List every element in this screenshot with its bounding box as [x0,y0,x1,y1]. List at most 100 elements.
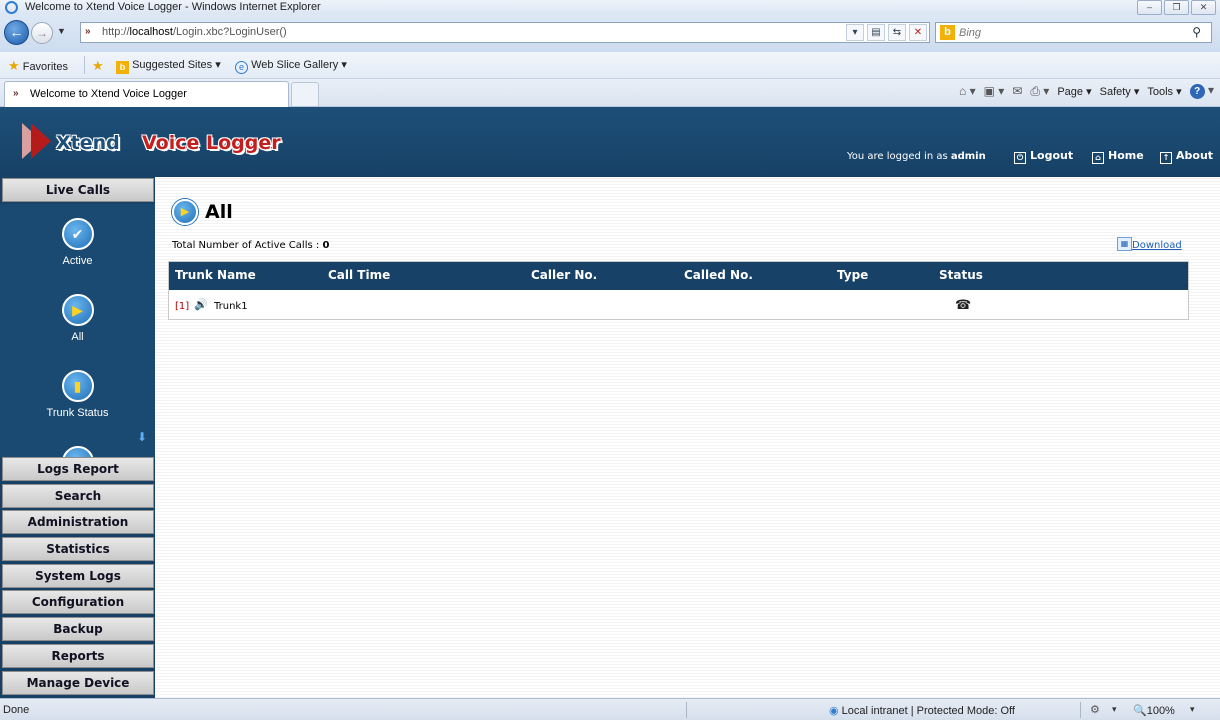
new-tab-button[interactable] [291,82,319,106]
ie-logo-icon [5,1,18,14]
back-button[interactable]: ← [4,20,29,45]
about-link[interactable]: ↑ About [1160,149,1213,164]
trunk-status-icon: ▮ [61,370,94,402]
column-type[interactable]: Type [837,268,868,282]
live-item-trunk-status[interactable]: ▮ Trunk Status [0,370,155,419]
status-divider [686,702,687,718]
speaker-icon[interactable]: 🔊 [194,298,208,311]
window-title: Welcome to Xtend Voice Logger - Windows … [25,1,321,13]
address-toolbar: ← → ▼ » http://localhost/Login.xbc?Login… [0,15,1220,52]
window-controls: – ❐ ✕ [1137,0,1216,15]
logged-in-info: You are logged in as admin [847,151,986,162]
status-divider [1080,702,1081,718]
status-bar: Done ◉ Local intranet | Protected Mode: … [0,698,1220,720]
tab-title: Welcome to Xtend Voice Logger [30,88,187,100]
sidebar-system-logs[interactable]: System Logs [2,564,154,588]
address-bar[interactable]: » http://localhost/Login.xbc?LoginUser()… [80,22,930,43]
column-called-no[interactable]: Called No. [684,268,753,282]
command-bar: ⌂ ▾ ▣ ▾ ✉ ⎙ ▾ Page ▾ Safety ▾ Tools ▾ ? … [959,83,1214,99]
live-item-all[interactable]: ▶ All [0,294,155,343]
favorites-star-icon: ★ [8,58,20,73]
bing-icon: b [940,25,955,40]
live-item-label: Active [62,255,93,267]
bing-small-icon: b [116,61,129,74]
help-icon: ? [1189,84,1205,99]
active-calls-count: Total Number of Active Calls : 0 [172,240,329,251]
sidebar-administration[interactable]: Administration [2,510,154,534]
protected-mode-dropdown-icon[interactable]: ▾ [1112,704,1117,715]
tools-menu[interactable]: Tools ▾ [1147,85,1181,98]
play-icon: ▶ [172,199,198,225]
favorites-separator [84,56,85,74]
power-icon: ⏻ [1014,152,1026,164]
sidebar-backup[interactable]: Backup [2,617,154,641]
username: admin [950,151,986,162]
logout-link[interactable]: ⏻ Logout [1014,149,1073,164]
sidebar-logs-report[interactable]: Logs Report [2,457,154,481]
play-icon: ▶ [61,294,94,326]
address-dropdown-icon[interactable]: ▾ [846,24,864,41]
home-link[interactable]: ⌂ Home [1092,149,1144,164]
tab-favicon-icon: » [13,88,19,99]
column-trunk-name[interactable]: Trunk Name [175,268,256,282]
live-item-label: All [71,331,84,343]
safety-menu[interactable]: Safety ▾ [1100,85,1140,98]
trunk-name-cell: Trunk1 [214,301,248,312]
logo-word-voice-logger: Voice Logger [142,132,281,154]
close-window-button[interactable]: ✕ [1191,0,1216,15]
zoom-dropdown-icon[interactable]: ▾ [1190,704,1195,715]
window-titlebar: Welcome to Xtend Voice Logger - Windows … [0,0,1220,15]
home-icon: ⌂ [1092,152,1104,164]
home-page-icon[interactable]: ⌂ ▾ [959,84,976,98]
sidebar-statistics[interactable]: Statistics [2,537,154,561]
suggested-sites-link[interactable]: b Suggested Sites ▾ [116,58,221,74]
protected-mode-icon[interactable]: ⚙ [1090,703,1100,716]
ie-small-icon: e [235,61,248,74]
column-caller-no[interactable]: Caller No. [531,268,597,282]
security-zone[interactable]: ◉ Local intranet | Protected Mode: Off [829,704,1015,717]
search-icon[interactable]: ⚲ [1192,25,1201,39]
sidebar-reports[interactable]: Reports [2,644,154,668]
add-favorite-icon[interactable]: ★ [92,58,104,74]
live-item-active[interactable]: ✔ Active [0,218,155,267]
favorites-button[interactable]: ★ Favorites [8,58,68,74]
restore-button[interactable]: ❐ [1164,0,1189,15]
column-call-time[interactable]: Call Time [328,268,390,282]
row-index[interactable]: [1] [175,301,189,312]
sidebar: Live Calls ✔ Active ▶ All ▮ Trunk Status… [0,177,155,698]
zoom-level[interactable]: 🔍100% [1133,704,1175,717]
table-header: Trunk Name Call Time Caller No. Called N… [169,262,1188,290]
download-link[interactable]: ▦ Download [1117,237,1182,251]
status-text: Done [3,704,30,716]
sidebar-live-calls[interactable]: Live Calls [2,178,154,202]
search-box[interactable]: b Bing ⚲ [935,22,1212,43]
page-menu[interactable]: Page ▾ [1057,85,1091,98]
sidebar-search[interactable]: Search [2,484,154,508]
table-row[interactable]: [1] 🔊 Trunk1 ☎ [169,290,1188,319]
web-slice-gallery-link[interactable]: e Web Slice Gallery ▾ [235,58,347,74]
read-mail-icon[interactable]: ✉ [1012,84,1022,98]
sidebar-configuration[interactable]: Configuration [2,590,154,614]
active-calls-table: Trunk Name Call Time Caller No. Called N… [168,261,1189,320]
forward-button[interactable]: → [31,22,53,44]
feeds-icon[interactable]: ▣ ▾ [984,84,1005,98]
address-tools: ▾ ▤ ⇆ ✕ [846,24,927,41]
help-menu[interactable]: ? ▾ [1189,83,1214,99]
search-placeholder[interactable]: Bing [959,27,981,39]
favorites-bar: ★ Favorites ★ b Suggested Sites ▾ e Web … [0,52,1220,79]
minimize-button[interactable]: – [1137,0,1162,15]
stop-icon[interactable]: ✕ [909,24,927,41]
scroll-down-icon[interactable]: ⬇ [137,430,147,444]
download-icon: ▦ [1117,237,1132,251]
page-title: All [205,201,233,223]
live-item-partial[interactable] [0,446,155,457]
tab-xtend-voice-logger[interactable]: » Welcome to Xtend Voice Logger [4,81,289,107]
live-calls-panel: ✔ Active ▶ All ▮ Trunk Status ⬇ [0,204,155,457]
print-icon[interactable]: ⎙ ▾ [1030,84,1049,99]
recent-pages-dropdown[interactable]: ▼ [57,26,66,36]
url-text[interactable]: http://localhost/Login.xbc?LoginUser() [102,26,287,38]
column-status[interactable]: Status [939,268,983,282]
refresh-icon[interactable]: ⇆ [888,24,906,41]
sidebar-manage-device[interactable]: Manage Device [2,671,154,695]
compatibility-view-icon[interactable]: ▤ [867,24,885,41]
